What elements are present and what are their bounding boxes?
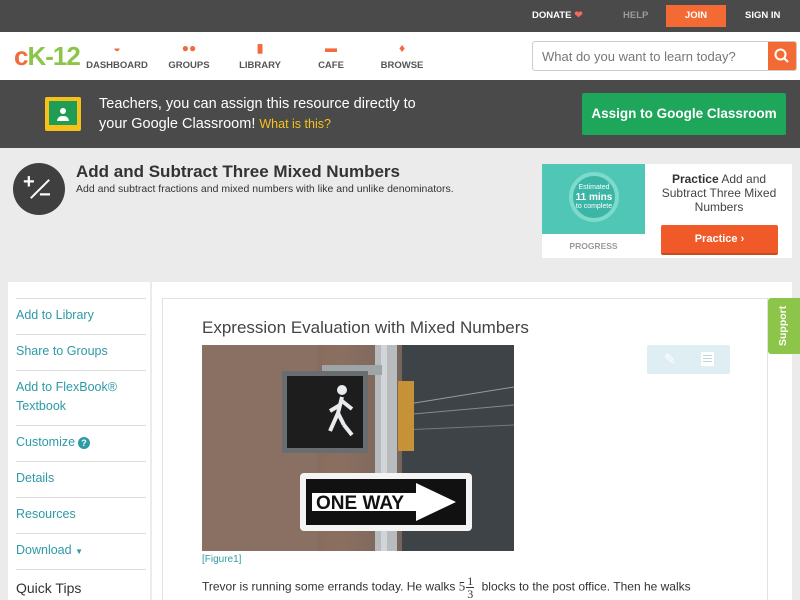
divider: [16, 334, 146, 335]
lesson-title: Expression Evaluation with Mixed Numbers: [202, 318, 529, 337]
help-link[interactable]: HELP: [623, 0, 648, 32]
fraction-denominator: 3: [467, 587, 474, 600]
mixed-number-whole: 5: [458, 578, 466, 594]
sidebar-item-add-to-library[interactable]: Add to Library: [16, 306, 146, 325]
banner-line-2: your Google Classroom!: [99, 116, 256, 132]
divider: [16, 370, 146, 371]
practice-button[interactable]: Practice ›: [661, 225, 778, 255]
concept-title: Add and Subtract Three Mixed Numbers: [76, 162, 400, 181]
banner-line-1: Teachers, you can assign this resource d…: [99, 96, 416, 112]
sign-text: ONE WAY: [316, 493, 404, 514]
library-icon: ▮: [256, 41, 264, 55]
para-end: blocks to the post office. Then he walks: [481, 579, 691, 594]
logo-c: c: [14, 41, 29, 71]
pencil-icon[interactable]: ✎: [664, 351, 676, 368]
nav-library-label: LIBRARY: [239, 60, 281, 71]
google-classroom-icon: [45, 97, 81, 131]
sidebar-item-add-to-flexbook[interactable]: Add to FlexBook® Textbook: [16, 378, 146, 416]
estimated-minutes: 11 mins: [575, 192, 613, 203]
lesson-paragraph: Trevor is running some errands today. He…: [202, 575, 762, 600]
search-icon: [774, 48, 789, 63]
divider: [16, 497, 146, 498]
one-way-sign-photo: ONE WAY: [202, 345, 514, 551]
practice-card: Estimated 11 mins to complete PROGRESS P…: [542, 164, 792, 258]
nav-dashboard-label: DASHBOARD: [86, 60, 148, 71]
sign-in-link[interactable]: SIGN IN: [745, 0, 780, 32]
plus-minus-icon: + −: [13, 163, 65, 215]
browse-icon: ♦: [398, 41, 406, 55]
heart-icon: ❤: [574, 10, 583, 21]
customize-label: Customize: [16, 435, 76, 449]
support-tab[interactable]: Support: [768, 298, 800, 354]
ck12-logo[interactable]: cK-12: [14, 41, 81, 72]
sidebar-item-customize[interactable]: Customize?: [16, 433, 146, 452]
nav-library[interactable]: ▮ LIBRARY: [225, 40, 295, 71]
sidebar: Add to Library Share to Groups Add to Fl…: [8, 282, 150, 600]
divider: [16, 425, 146, 426]
caret-down-icon: ▼: [75, 547, 83, 556]
groups-icon: ●●: [181, 41, 197, 55]
search-button[interactable]: [768, 42, 796, 70]
progress-ring: Estimated 11 mins to complete: [569, 172, 619, 222]
figure-reference[interactable]: [Figure1]: [202, 554, 241, 565]
top-bar: DONATE ❤ HELP JOIN SIGN IN: [0, 0, 800, 32]
divider: [16, 461, 146, 462]
assign-google-classroom-button[interactable]: Assign to Google Classroom: [582, 93, 786, 135]
practice-title: Practice Add and Subtract Three Mixed Nu…: [652, 172, 786, 214]
annotation-toolbar: ✎: [647, 345, 730, 374]
nav-dashboard[interactable]: ◒ DASHBOARD: [82, 40, 152, 71]
what-is-this-link[interactable]: What is this?: [259, 117, 331, 131]
donate-label: DONATE: [532, 10, 572, 21]
progress-label: PROGRESS: [569, 241, 618, 251]
main-nav: cK-12 ◒ DASHBOARD ●● GROUPS ▮ LIBRARY ▬ …: [0, 32, 800, 80]
logo-k: K: [27, 41, 46, 71]
sidebar-item-download[interactable]: Download ▼: [16, 541, 146, 561]
donate-link[interactable]: DONATE ❤: [532, 0, 583, 32]
download-label: Download: [16, 543, 72, 557]
to-complete-label: to complete: [575, 203, 613, 210]
para-start: Trevor is running some errands today. He…: [202, 579, 456, 594]
estimated-label: Estimated: [578, 184, 610, 191]
photo-illustration: ONE WAY: [202, 345, 514, 551]
divider: [16, 533, 146, 534]
sidebar-item-resources[interactable]: Resources: [16, 505, 146, 524]
banner-text: Teachers, you can assign this resource d…: [99, 94, 459, 134]
logo-num: 12: [52, 41, 81, 71]
nav-cafe-label: CAFE: [318, 60, 344, 71]
search-box: [532, 41, 797, 71]
sidebar-item-share-to-groups[interactable]: Share to Groups: [16, 342, 146, 361]
help-icon[interactable]: ?: [78, 437, 91, 449]
search-input[interactable]: [533, 42, 769, 70]
support-label: Support: [777, 305, 789, 346]
practice-title-bold: Practice: [671, 172, 719, 186]
divider: [16, 298, 146, 299]
practice-button-label: Practice: [694, 233, 738, 245]
fraction: 13: [466, 575, 475, 600]
nav-browse[interactable]: ♦ BROWSE: [367, 40, 437, 71]
concept-subtitle: Add and subtract fractions and mixed num…: [76, 183, 454, 195]
logo-dash: -: [45, 41, 54, 71]
notes-icon[interactable]: [701, 352, 714, 366]
join-button[interactable]: JOIN: [666, 5, 726, 27]
sidebar-item-details[interactable]: Details: [16, 469, 146, 488]
nav-browse-label: BROWSE: [380, 60, 424, 71]
cafe-icon: ▬: [325, 41, 337, 55]
dashboard-icon: ◒: [113, 41, 121, 55]
divider: [16, 569, 146, 570]
nav-groups-label: GROUPS: [168, 60, 210, 71]
nav-groups[interactable]: ●● GROUPS: [154, 40, 224, 71]
quick-tips-heading: Quick Tips: [16, 580, 82, 596]
progress-graphic: Estimated 11 mins to complete: [542, 164, 645, 234]
nav-cafe[interactable]: ▬ CAFE: [296, 40, 366, 71]
chevron-right-icon: ›: [740, 233, 745, 245]
